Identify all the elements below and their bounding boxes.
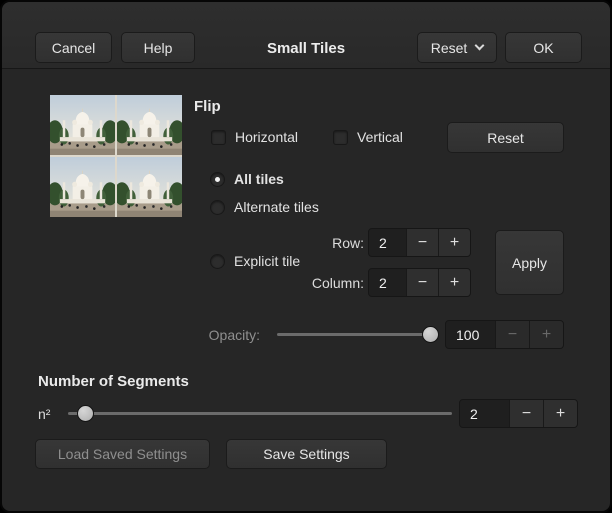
- apply-button[interactable]: Apply: [495, 230, 564, 295]
- column-value[interactable]: 2: [369, 269, 406, 296]
- opacity-slider[interactable]: [277, 326, 439, 343]
- preview-tile: [117, 157, 182, 217]
- all-tiles-radio[interactable]: All tiles: [210, 171, 284, 187]
- segments-slider-handle[interactable]: [77, 405, 94, 422]
- reset-dropdown-label: Reset: [431, 40, 468, 56]
- load-saved-settings-button[interactable]: Load Saved Settings: [35, 439, 210, 469]
- alternate-tiles-label: Alternate tiles: [234, 199, 319, 215]
- segments-minus-button[interactable]: −: [509, 400, 543, 427]
- flip-section-label: Flip: [194, 98, 221, 115]
- preview-tile: [50, 157, 115, 217]
- segments-value[interactable]: 2: [460, 400, 509, 427]
- preview-tile: [117, 95, 182, 155]
- radio-selected-icon: [210, 172, 225, 187]
- cancel-button[interactable]: Cancel: [35, 32, 112, 63]
- segments-slider[interactable]: [68, 405, 452, 422]
- preview-image: [50, 95, 182, 217]
- dialog-title: Small Tiles: [267, 40, 345, 57]
- column-spinner: 2 − +: [368, 268, 471, 297]
- explicit-tile-radio[interactable]: Explicit tile: [210, 253, 300, 269]
- vertical-checkbox-label: Vertical: [357, 129, 403, 145]
- save-settings-button[interactable]: Save Settings: [226, 439, 387, 469]
- all-tiles-label: All tiles: [234, 171, 284, 187]
- segments-plus-button[interactable]: +: [543, 400, 577, 427]
- vertical-checkbox[interactable]: Vertical: [333, 129, 403, 145]
- opacity-plus-button[interactable]: +: [529, 321, 563, 348]
- column-minus-button[interactable]: −: [406, 269, 438, 296]
- opacity-slider-handle[interactable]: [422, 326, 439, 343]
- row-spinner: 2 − +: [368, 228, 471, 257]
- row-minus-button[interactable]: −: [406, 229, 438, 256]
- opacity-value[interactable]: 100: [446, 321, 495, 348]
- row-value[interactable]: 2: [369, 229, 406, 256]
- segments-section-label: Number of Segments: [38, 373, 189, 390]
- flip-reset-button[interactable]: Reset: [447, 122, 564, 153]
- explicit-tile-label: Explicit tile: [234, 253, 300, 269]
- alternate-tiles-radio[interactable]: Alternate tiles: [210, 199, 319, 215]
- headerbar: Cancel Help Small Tiles Reset OK: [2, 2, 610, 69]
- checkbox-icon: [333, 130, 348, 145]
- segments-symbol-label: n²: [38, 406, 50, 422]
- small-tiles-dialog: Cancel Help Small Tiles Reset OK Flip Ho…: [0, 0, 612, 513]
- opacity-spinner: 100 − +: [445, 320, 564, 349]
- segments-spinner: 2 − +: [459, 399, 578, 428]
- opacity-label: Opacity:: [190, 327, 260, 343]
- slider-track: [277, 333, 439, 336]
- help-button[interactable]: Help: [121, 32, 195, 63]
- column-label: Column:: [298, 275, 364, 291]
- reset-dropdown-button[interactable]: Reset: [417, 32, 497, 63]
- row-plus-button[interactable]: +: [438, 229, 470, 256]
- chevron-down-icon: [475, 41, 485, 51]
- slider-track: [68, 412, 452, 415]
- opacity-minus-button[interactable]: −: [495, 321, 529, 348]
- horizontal-checkbox[interactable]: Horizontal: [211, 129, 298, 145]
- checkbox-icon: [211, 130, 226, 145]
- column-plus-button[interactable]: +: [438, 269, 470, 296]
- horizontal-checkbox-label: Horizontal: [235, 129, 298, 145]
- radio-icon: [210, 254, 225, 269]
- row-label: Row:: [318, 235, 364, 251]
- ok-button[interactable]: OK: [505, 32, 582, 63]
- radio-icon: [210, 200, 225, 215]
- preview-tile: [50, 95, 115, 155]
